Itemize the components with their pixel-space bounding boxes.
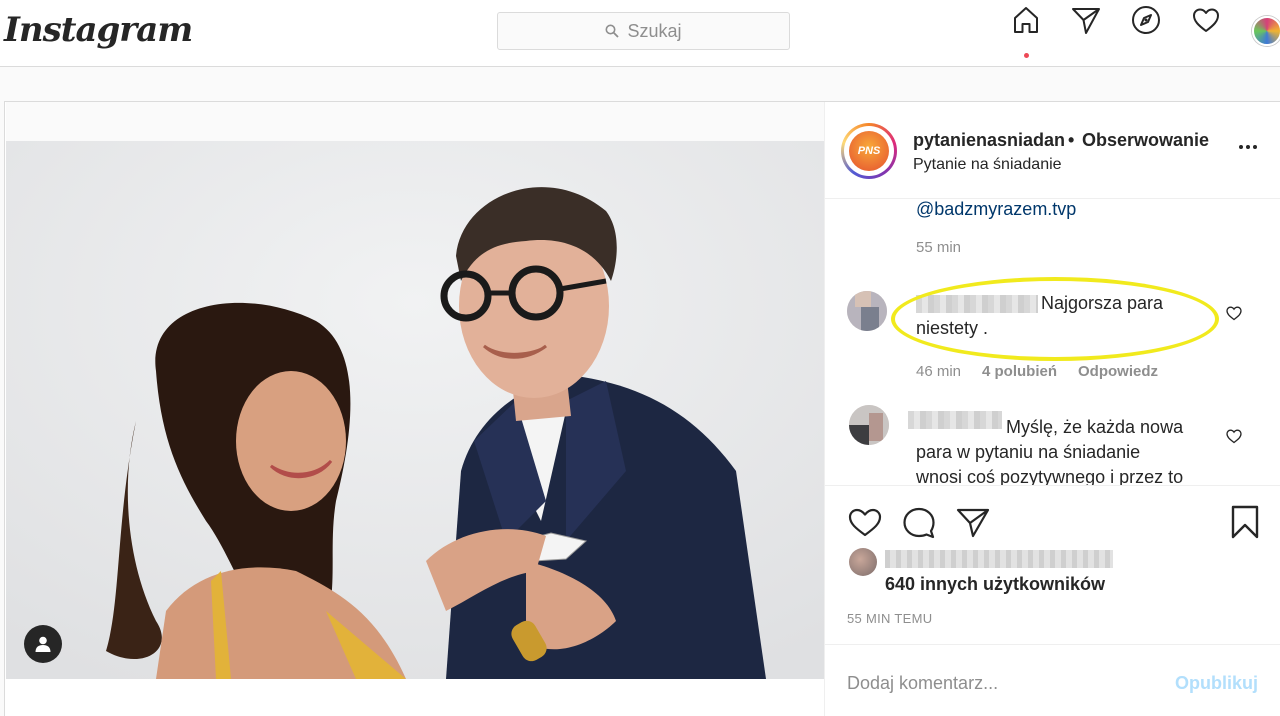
post-actions: 640 innych użytkowników 55 MIN TEMU Opub… [825, 485, 1280, 716]
account-avatar[interactable]: PNS [841, 123, 897, 179]
share-send-icon[interactable] [955, 504, 991, 540]
publish-button[interactable]: Opublikuj [1175, 673, 1258, 694]
instagram-logo[interactable]: Instagram [4, 10, 193, 50]
activity-heart-icon[interactable] [1186, 0, 1226, 40]
comment-bubble-icon[interactable] [901, 504, 937, 540]
comment-text-line: wnosi coś pozytywnego i przez to [916, 467, 1184, 485]
commenter-avatar[interactable] [847, 291, 887, 331]
save-bookmark-icon[interactable] [1227, 504, 1263, 540]
like-heart-icon[interactable] [847, 504, 883, 540]
highlight-ellipse [891, 277, 1219, 361]
tagged-people-button[interactable] [24, 625, 62, 663]
post-modal: PNS pytanienasniadan • Obserwowanie Pyta… [4, 101, 1280, 716]
likes-count[interactable]: 640 innych użytkowników [885, 574, 1105, 595]
commenter-username-pixelated[interactable] [908, 411, 1002, 429]
header-separator: • [1068, 130, 1075, 150]
caption-time: 55 min [916, 239, 962, 256]
comments-list: @badzmyrazem.tvp 55 min Najgorsza para n… [825, 199, 1280, 485]
liked-by-pixelated-text[interactable] [885, 550, 1113, 568]
add-comment-bar: Opublikuj [825, 644, 1280, 716]
comment-text-line: para w pytaniu na śniadanie [916, 442, 1141, 462]
like-comment-heart-icon[interactable] [1225, 427, 1243, 445]
user-icon [35, 636, 51, 652]
caption-mention-link[interactable]: @badzmyrazem.tvp [916, 199, 1076, 220]
post-timestamp: 55 MIN TEMU [847, 611, 933, 626]
search-icon [605, 24, 620, 38]
comment-time: 46 min [916, 363, 962, 380]
following-button[interactable]: Obserwowanie [1082, 130, 1209, 151]
pns-logo: PNS [849, 131, 889, 171]
search-bar[interactable]: Szukaj [497, 12, 790, 50]
comment-text-line: Myślę, że każda nowa [1006, 417, 1184, 437]
notification-dot [1024, 53, 1029, 58]
comment-likes-count[interactable]: 4 polubień [982, 363, 1057, 380]
photo-illustration [6, 141, 824, 679]
top-navigation: Instagram Szukaj [0, 0, 1280, 67]
comment-input[interactable] [847, 665, 1147, 701]
search-placeholder: Szukaj [627, 20, 682, 41]
liker-avatar[interactable] [849, 548, 877, 576]
post-username[interactable]: pytanienasniadan [913, 130, 1065, 151]
home-icon[interactable] [1006, 0, 1046, 40]
commenter-avatar[interactable] [849, 405, 889, 445]
direct-message-icon[interactable] [1066, 0, 1106, 40]
photo-top-band [6, 102, 824, 141]
reply-button[interactable]: Odpowiedz [1078, 363, 1158, 380]
post-photo[interactable] [6, 141, 824, 679]
account-display-name: Pytanie na śniadanie [913, 156, 1062, 173]
profile-avatar[interactable] [1252, 16, 1280, 46]
post-header: PNS pytanienasniadan • Obserwowanie Pyta… [825, 102, 1280, 199]
like-comment-heart-icon[interactable] [1225, 304, 1243, 322]
more-options-icon[interactable] [1235, 134, 1261, 160]
explore-compass-icon[interactable] [1126, 0, 1166, 40]
post-sidebar: PNS pytanienasniadan • Obserwowanie Pyta… [824, 102, 1280, 716]
